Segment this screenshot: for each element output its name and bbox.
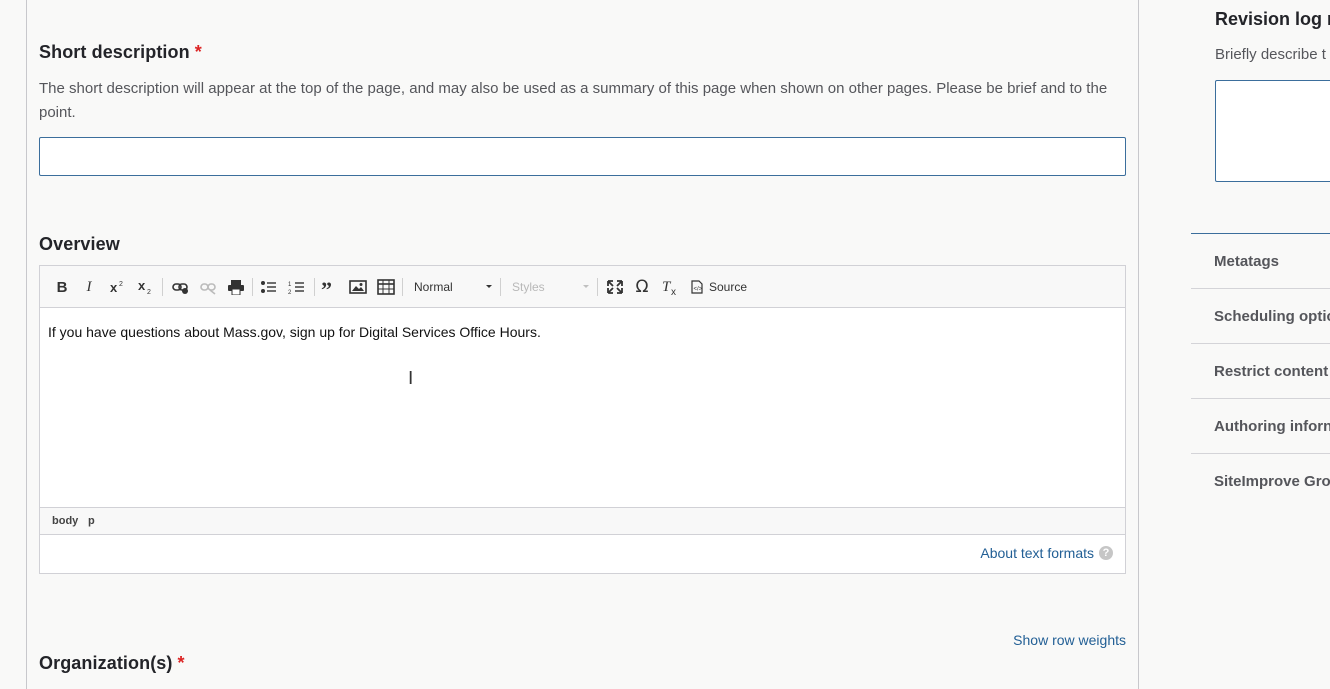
styles-select[interactable]: Styles <box>512 277 589 297</box>
revision-log-title: Revision log m <box>1215 9 1330 29</box>
organizations-label: Organization(s) * <box>39 653 185 674</box>
overview-label: Overview <box>39 234 120 254</box>
about-text-formats-link[interactable]: About text formats <box>980 545 1094 561</box>
revision-log-help: Briefly describe t <box>1215 46 1326 63</box>
maximize-button[interactable] <box>605 277 625 297</box>
italic-button[interactable]: I <box>81 277 97 297</box>
help-icon[interactable]: ? <box>1099 546 1113 560</box>
blockquote-button[interactable]: ” <box>320 277 340 297</box>
sidebar-item-label: Authoring inforn <box>1214 418 1330 435</box>
main-form-column: Short description * The short description… <box>26 0 1139 689</box>
editor-toolbar: B I x2 x2 12 ” Normal Styles Ω T x </> S… <box>40 266 1125 308</box>
svg-text:x: x <box>138 279 146 293</box>
unlink-button[interactable] <box>198 277 218 297</box>
remove-format-button[interactable]: Tx <box>660 277 680 297</box>
chevron-down-icon <box>486 285 492 288</box>
sidebar-item-label: SiteImprove Gro <box>1214 473 1330 490</box>
numbered-list-button[interactable]: 12 <box>287 277 307 297</box>
sidebar-item-metatags[interactable]: Metatags <box>1191 234 1330 289</box>
svg-text:2: 2 <box>147 289 151 295</box>
svg-text:”: ” <box>321 279 332 295</box>
table-icon <box>377 279 395 295</box>
text-cursor-icon: I <box>408 368 414 389</box>
svg-text:</>: </> <box>694 287 703 293</box>
sidebar-item-scheduling[interactable]: Scheduling optic <box>1191 289 1330 344</box>
styles-select-value: Styles <box>512 280 545 294</box>
bulleted-list-icon <box>261 281 276 293</box>
image-icon <box>349 280 367 294</box>
svg-text:x: x <box>110 280 118 295</box>
bulleted-list-button[interactable] <box>259 277 279 297</box>
superscript-icon: x2 <box>110 280 123 295</box>
short-description-input[interactable] <box>39 137 1126 176</box>
omega-icon: Ω <box>635 277 649 297</box>
image-button[interactable] <box>348 277 368 297</box>
short-description-label-text: Short description <box>39 42 190 62</box>
remove-format-icon: Tx <box>662 279 676 296</box>
short-description-help: The short description will appear at the… <box>39 80 1108 121</box>
chevron-down-icon <box>583 285 589 288</box>
editor-paragraph[interactable]: If you have questions about Mass.gov, si… <box>48 324 541 340</box>
required-mark: * <box>177 653 185 673</box>
printer-icon <box>228 280 244 295</box>
subscript-button[interactable]: x2 <box>136 277 156 297</box>
subscript-icon: x2 <box>138 279 151 295</box>
svg-text:2: 2 <box>119 281 123 288</box>
organizations-label-text: Organization(s) <box>39 653 173 673</box>
source-icon: </> <box>691 280 703 294</box>
link-icon <box>172 283 188 294</box>
sidebar-item-label: Metatags <box>1214 253 1280 270</box>
revision-log-textarea[interactable] <box>1215 80 1330 182</box>
path-body[interactable]: body <box>52 515 78 527</box>
sidebar-item-label: Restrict content <box>1214 363 1329 380</box>
maximize-icon <box>607 280 623 294</box>
rich-text-editor: B I x2 x2 12 ” Normal Styles Ω T x </> S… <box>39 265 1126 574</box>
source-button[interactable]: </> Source <box>690 277 750 297</box>
format-select-value: Normal <box>414 280 453 294</box>
show-row-weights-link[interactable]: Show row weights <box>1013 632 1126 648</box>
table-button[interactable] <box>376 277 396 297</box>
required-mark: * <box>194 42 202 62</box>
sidebar-item-restrict-content[interactable]: Restrict content <box>1191 344 1330 399</box>
sidebar-item-label: Scheduling optic <box>1214 308 1330 325</box>
sidebar-item-siteimprove[interactable]: SiteImprove Gro <box>1191 454 1330 509</box>
link-button[interactable] <box>170 277 190 297</box>
editor-content-area[interactable]: If you have questions about Mass.gov, si… <box>40 308 1125 508</box>
element-path-bar: body p <box>40 508 1125 535</box>
text-formats-bar: About text formats ? <box>40 535 1125 573</box>
sidebar-item-authoring[interactable]: Authoring inforn <box>1191 399 1330 454</box>
special-char-button[interactable]: Ω <box>632 277 652 297</box>
numbered-list-icon: 12 <box>288 282 304 295</box>
sidebar: Revision log m Briefly describe t Metata… <box>1139 0 1330 689</box>
short-description-label: Short description * <box>39 42 202 63</box>
svg-text:1: 1 <box>288 282 292 288</box>
superscript-button[interactable]: x2 <box>108 277 128 297</box>
quote-icon: ” <box>321 279 332 295</box>
format-select[interactable]: Normal <box>414 277 492 297</box>
bold-button[interactable]: B <box>54 277 70 297</box>
path-p[interactable]: p <box>88 515 95 527</box>
svg-text:2: 2 <box>288 290 292 295</box>
unlink-icon <box>200 283 216 295</box>
svg-text:x: x <box>671 287 676 296</box>
source-label: Source <box>709 280 748 294</box>
media-embed-button[interactable] <box>226 277 246 297</box>
sidebar-accordion: Metatags Scheduling optic Restrict conte… <box>1191 233 1330 509</box>
